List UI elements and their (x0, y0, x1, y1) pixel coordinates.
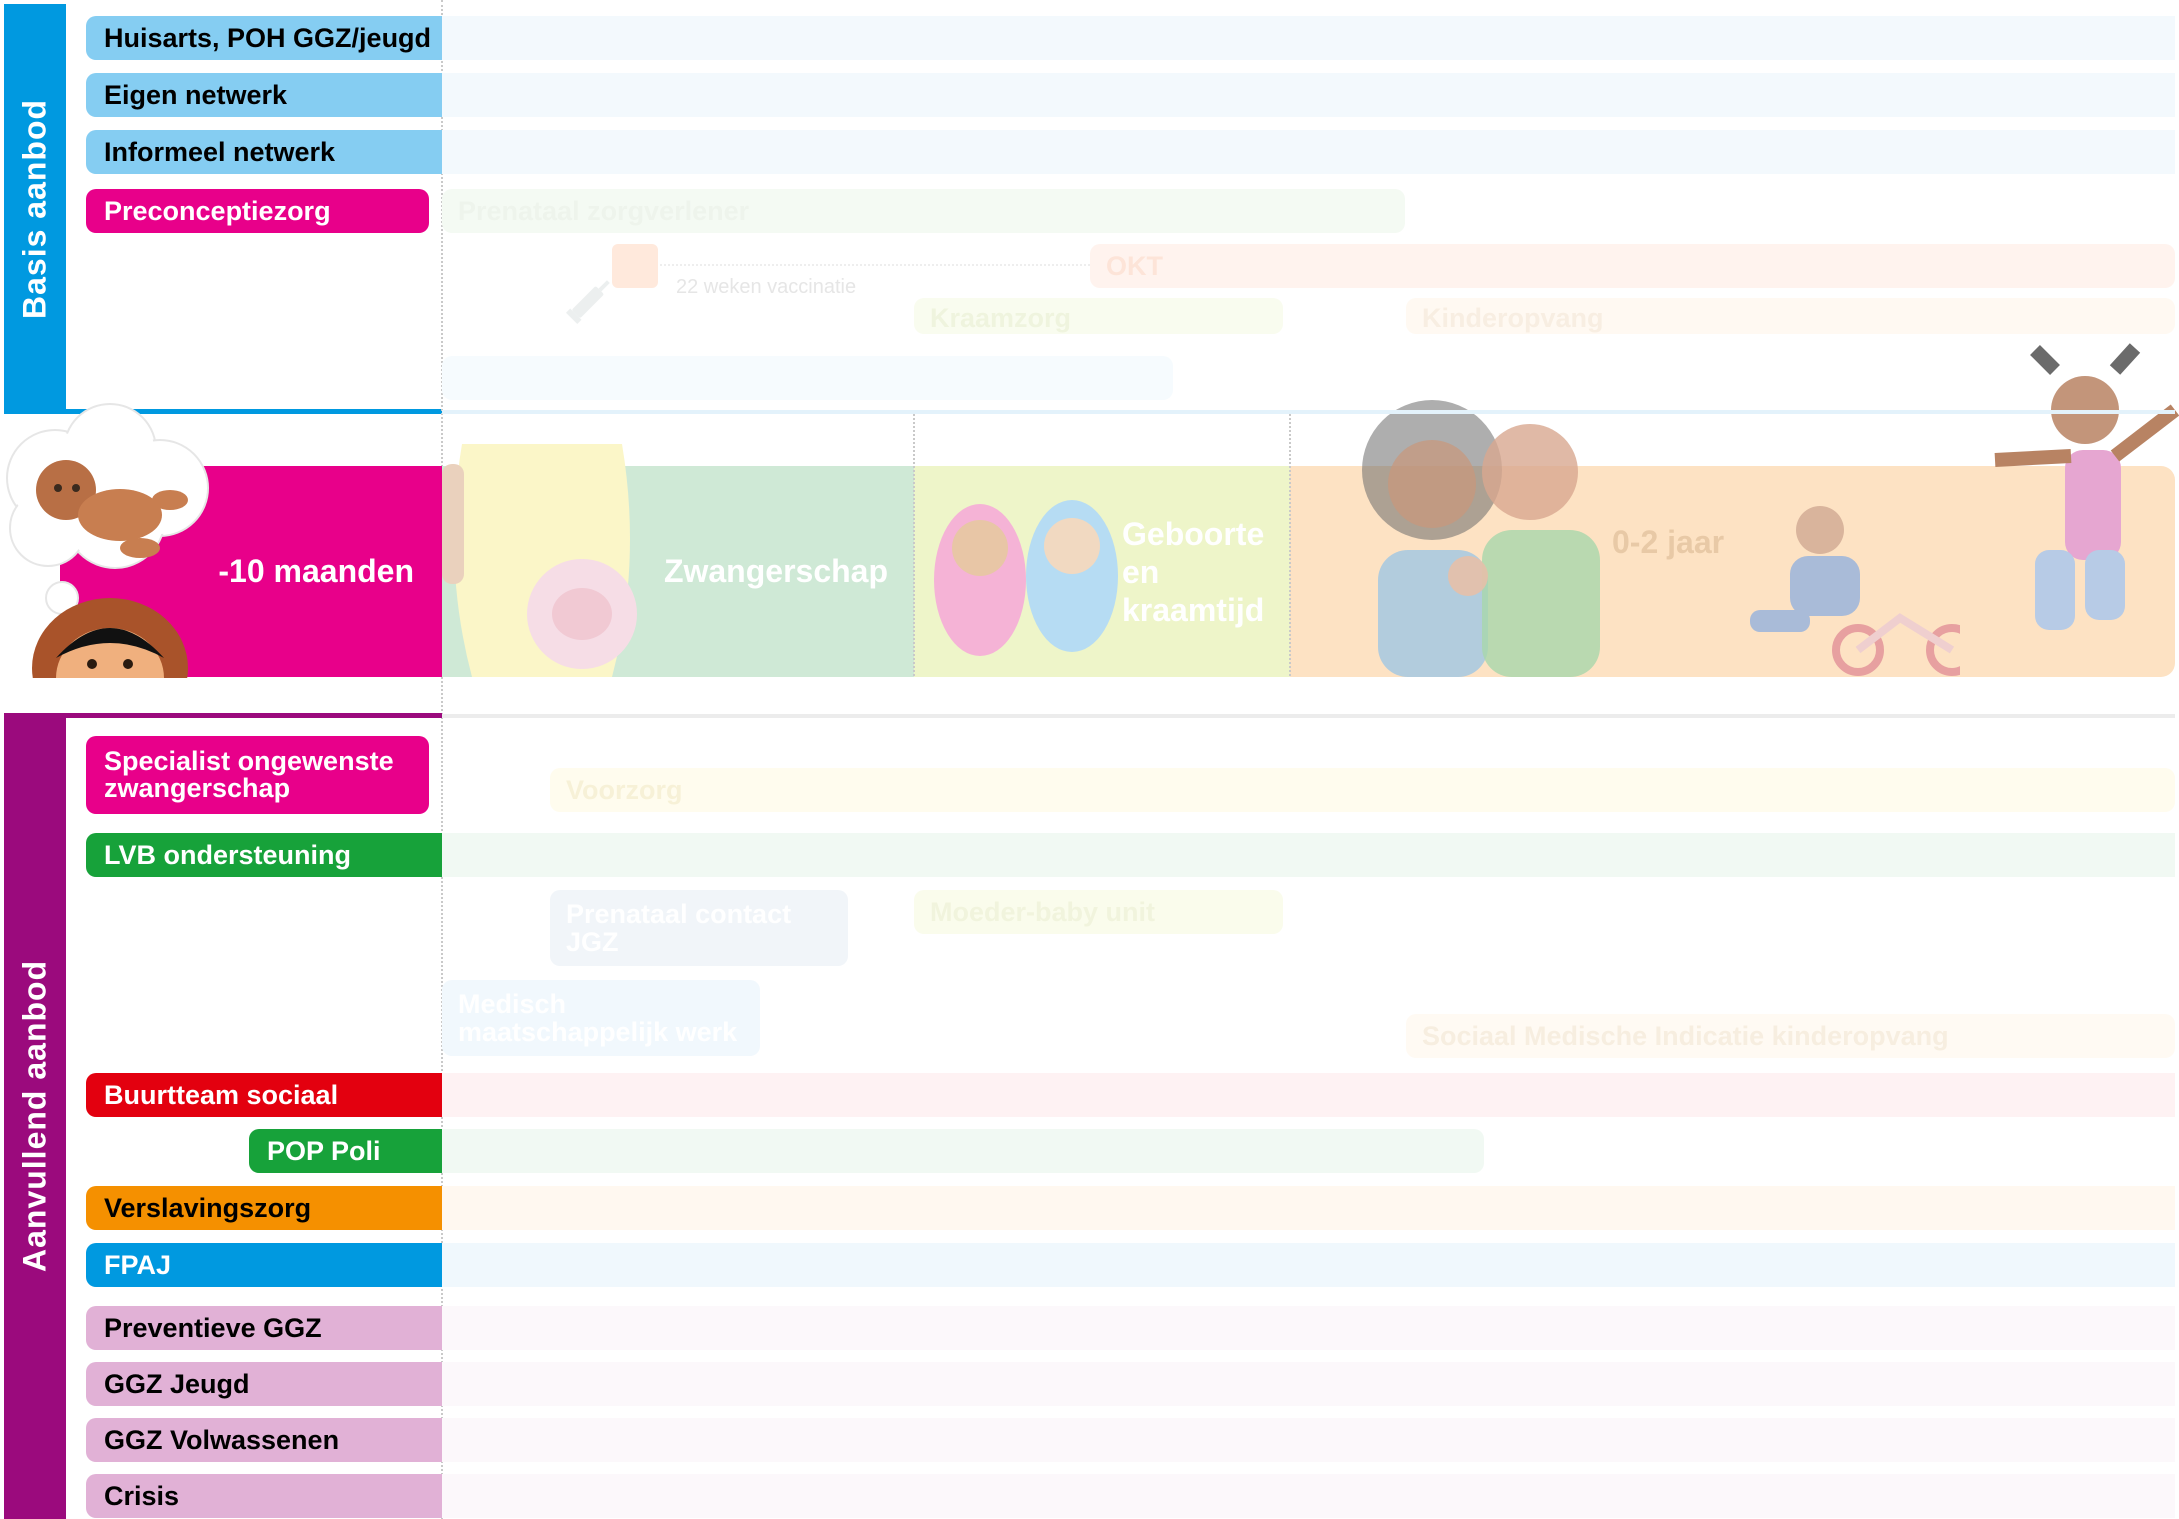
faded-bar-kinderopvang: Kinderopvang (1406, 298, 2175, 334)
row-label-crisis: Crisis (86, 1474, 442, 1518)
section-basis-aanbod: Basis aanbod (4, 4, 66, 414)
row-label-informeel-netwerk: Informeel netwerk (86, 130, 442, 174)
row-track-huisarts (442, 16, 2175, 60)
row-label-fpaj: FPAJ (86, 1243, 442, 1287)
row-track-buurtteam (442, 1073, 2175, 1117)
pregnant-woman-icon (442, 444, 662, 677)
row-track-ggz-jeugd (442, 1362, 2175, 1406)
row-track-informeel-netwerk (442, 130, 2175, 174)
row-track-ggz-volwassenen (442, 1418, 2175, 1462)
row-label-verslavingszorg: Verslavingszorg (86, 1186, 442, 1230)
divider-zwangerschap-geboorte (913, 410, 915, 676)
girl-face-icon (30, 588, 190, 678)
row-label-huisarts: Huisarts, POH GGZ/jeugd (86, 16, 442, 60)
row-label-preconceptiezorg: Preconceptiezorg (86, 189, 429, 233)
row-track-preventieve-ggz (442, 1306, 2175, 1350)
syringe-icon (560, 270, 620, 330)
aanvullend-top-line (442, 714, 2175, 718)
aanvullend-topline (4, 713, 442, 718)
divider-geboorte-jaar (1289, 410, 1291, 676)
timeline-geboorte-label: Geboorte en kraamtijd (1122, 515, 1265, 628)
newborn-twins-icon (924, 498, 1144, 658)
faded-bar-voorzorg: Voorzorg (550, 768, 2175, 812)
row-label-lvb: LVB ondersteuning (86, 833, 442, 877)
row-track-eigen-netwerk (442, 73, 2175, 117)
basis-bottom-line (442, 410, 2175, 414)
section-aanvullend-aanbod: Aanvullend aanbod (4, 713, 66, 1519)
faded-text-vaccinatie: 22 weken vaccinatie (676, 276, 857, 298)
vaccinatie-dotted-line (660, 264, 1090, 266)
faded-bar-moeder-baby: Moeder-baby unit (914, 890, 1283, 934)
row-label-specialist: Specialist ongewenste zwangerschap (86, 736, 429, 814)
row-label-eigen-netwerk: Eigen netwerk (86, 73, 442, 117)
row-label-ggz-jeugd: GGZ Jeugd (86, 1362, 442, 1406)
faded-bar-kraamzorg: Kraamzorg (914, 298, 1283, 334)
row-track-verslavingszorg (442, 1186, 2175, 1230)
row-track-lvb (442, 833, 2175, 877)
toddler-bike-icon (1730, 500, 1978, 677)
timeline-jaar-label: 0-2 jaar (1612, 524, 1725, 560)
faded-bar-smi: Sociaal Medische Indicatie kinderopvang (1406, 1014, 2175, 1058)
faded-bar-mmw: Medisch maatschappelijk werk (442, 980, 760, 1056)
row-label-preventieve-ggz: Preventieve GGZ (86, 1306, 442, 1350)
faded-bar-prenataal-zorgverlener: Prenataal zorgverlener (442, 189, 1405, 233)
row-track-crisis (442, 1474, 2175, 1518)
row-track-pop-poli (442, 1129, 1484, 1173)
timeline-pre-label: -10 maanden (218, 553, 414, 589)
timeline-zwangerschap-label: Zwangerschap (663, 553, 888, 589)
faded-bar-okt: OKT (1090, 244, 2175, 288)
row-track-fpaj (442, 1243, 2175, 1287)
jumping-girl-icon (1975, 340, 2179, 660)
faded-bar-basis-extra (442, 356, 1173, 400)
row-label-ggz-volwassenen: GGZ Volwassenen (86, 1418, 442, 1462)
family-icon (1340, 400, 1600, 677)
row-label-pop-poli: POP Poli (249, 1129, 442, 1173)
row-label-buurtteam: Buurtteam sociaal (86, 1073, 442, 1117)
faded-bar-prenataal-jgz: Prenataal contact JGZ (550, 890, 848, 966)
baby-icon (20, 440, 190, 570)
